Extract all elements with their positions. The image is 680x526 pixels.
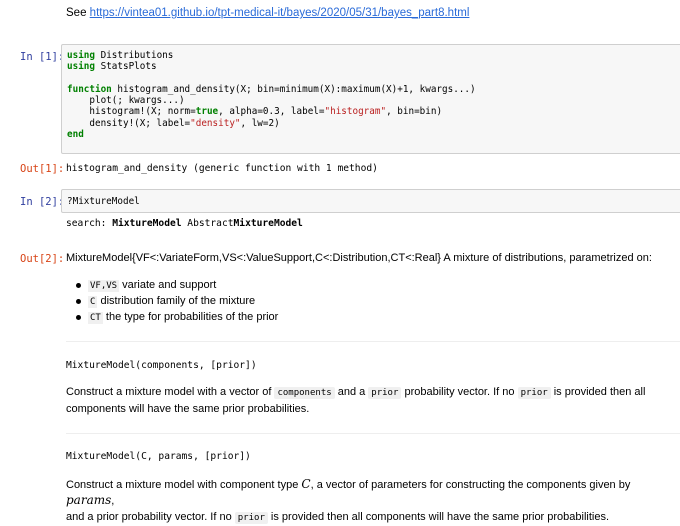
in-prompt-2: In [2]:: [20, 196, 65, 208]
param-item: VF,VS variate and support: [66, 277, 278, 293]
param-list: VF,VS variate and support C distribution…: [66, 277, 278, 325]
description-1: Construct a mixture model with a vector …: [66, 386, 646, 415]
out-prompt-2: Out[2]:: [20, 253, 65, 265]
code-cell-2-source: ?MixtureModel: [67, 196, 140, 207]
bullet-icon: [76, 299, 81, 304]
doc-intro: MixtureModel{VF<:VariateForm,VS<:ValueSu…: [66, 252, 652, 264]
param-item: CT the type for probabilities of the pri…: [66, 309, 278, 325]
divider: [66, 433, 680, 434]
param-item: C distribution family of the mixture: [66, 293, 278, 309]
reference-line: See https://vintea01.github.io/tpt-medic…: [66, 7, 469, 19]
signature-2: MixtureModel(C, params, [prior]): [66, 451, 251, 462]
search-results: search: MixtureModel AbstractMixtureMode…: [66, 218, 303, 229]
code-cell-1[interactable]: using Distributions using StatsPlots fun…: [61, 44, 680, 154]
signature-1: MixtureModel(components, [prior]): [66, 360, 257, 371]
code-cell-2[interactable]: ?MixtureModel: [61, 189, 680, 213]
in-prompt-1: In [1]:: [20, 51, 65, 63]
divider: [66, 341, 680, 342]
bayes-part8-link[interactable]: https://vintea01.github.io/tpt-medical-i…: [90, 7, 470, 19]
out-prompt-1: Out[1]:: [20, 163, 65, 175]
see-prefix: See: [66, 7, 90, 19]
bullet-icon: [76, 283, 81, 288]
bullet-icon: [76, 315, 81, 320]
output-cell-1: histogram_and_density (generic function …: [66, 163, 378, 174]
description-2: Construct a mixture model with component…: [66, 477, 631, 524]
code-cell-1-source: using Distributions using StatsPlots fun…: [67, 50, 476, 141]
